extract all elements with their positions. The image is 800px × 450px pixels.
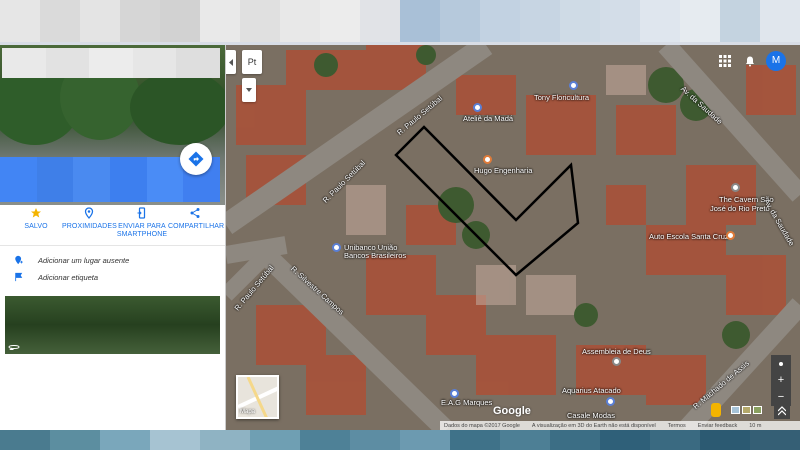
chevron-left-icon bbox=[228, 58, 233, 66]
place-pin[interactable] bbox=[569, 81, 578, 90]
map-footer: Dados do mapa ©2017 Google A visualizaçã… bbox=[440, 421, 800, 430]
footer-terms-link[interactable]: Termos bbox=[668, 423, 686, 429]
place-pin[interactable] bbox=[606, 397, 615, 406]
place-pin[interactable] bbox=[731, 183, 740, 192]
share-button[interactable]: COMPARTILHAR bbox=[168, 205, 225, 245]
footer-earth-notice: A visualização em 3D do Earth não está d… bbox=[531, 422, 656, 429]
taskbar bbox=[0, 430, 800, 450]
add-label-link[interactable]: Adicionar etiqueta bbox=[14, 270, 98, 284]
add-label-text: Adicionar etiqueta bbox=[38, 272, 99, 282]
place-assembleia[interactable]: Assembleia de Deus bbox=[582, 347, 651, 356]
compass-icon bbox=[779, 361, 783, 366]
tilt-button[interactable] bbox=[774, 403, 790, 419]
search-input[interactable] bbox=[2, 48, 220, 78]
phone-icon bbox=[137, 207, 146, 219]
place-eag[interactable]: E.A.G Marques bbox=[441, 398, 492, 407]
zoom-in-button[interactable]: + bbox=[771, 372, 791, 389]
place-tony[interactable]: Tony Floricultura bbox=[534, 93, 589, 102]
action-bar: SALVO PROXIMIDADES ENVIAR PARA SMARTPHON… bbox=[0, 205, 225, 245]
add-place-label: Adicionar um lugar ausente bbox=[38, 255, 130, 265]
share-icon bbox=[190, 208, 200, 218]
send-to-phone-button[interactable]: ENVIAR PARA SMARTPHONE bbox=[116, 205, 168, 245]
directions-icon bbox=[188, 151, 204, 167]
directions-button[interactable] bbox=[180, 143, 212, 175]
map-layer-label: Mapa bbox=[240, 409, 256, 415]
browser-top-bar bbox=[0, 0, 800, 44]
panel-divider bbox=[0, 245, 225, 246]
send-label: ENVIAR PARA bbox=[118, 223, 166, 230]
place-pin[interactable] bbox=[473, 103, 482, 112]
pegman-icon[interactable] bbox=[711, 403, 721, 417]
compass-button[interactable] bbox=[771, 355, 791, 372]
flag-icon bbox=[15, 272, 23, 282]
chevron-up-icon bbox=[778, 406, 786, 416]
satellite-map[interactable]: Pt Tony Floricultura Ateliê da Madá Hugo… bbox=[226, 45, 800, 430]
place-atelie[interactable]: Ateliê da Madá bbox=[463, 114, 513, 123]
nearby-button[interactable]: PROXIMIDADES bbox=[62, 205, 117, 245]
footer-map-data: Dados do mapa ©2017 Google bbox=[444, 422, 520, 429]
add-place-icon bbox=[15, 255, 23, 265]
place-hugo[interactable]: Hugo Engenharia bbox=[474, 166, 532, 175]
share-label: COMPARTILHAR bbox=[168, 223, 225, 230]
collapse-panel-button[interactable] bbox=[226, 50, 236, 74]
footer-scale[interactable]: 10 m bbox=[749, 423, 761, 429]
place-pin[interactable] bbox=[612, 357, 621, 366]
send-label-2: SMARTPHONE bbox=[116, 231, 168, 238]
nearby-label: PROXIMIDADES bbox=[62, 223, 117, 230]
bell-icon[interactable] bbox=[744, 55, 756, 67]
place-panel: SALVO PROXIMIDADES ENVIAR PARA SMARTPHON… bbox=[0, 45, 226, 430]
google-logo: Google bbox=[493, 405, 531, 417]
save-label: SALVO bbox=[24, 223, 48, 230]
zoom-controls: + − bbox=[771, 355, 791, 406]
place-unibanco-2: Bancos Brasileiros bbox=[344, 251, 407, 260]
place-aquarius[interactable]: Aquarius Atacado bbox=[562, 386, 621, 395]
photos-strip[interactable] bbox=[5, 296, 220, 354]
star-icon bbox=[31, 208, 41, 218]
place-pin[interactable] bbox=[450, 389, 459, 398]
place-cavern-2: José do Rio Preto bbox=[710, 204, 770, 213]
place-pin[interactable] bbox=[332, 243, 341, 252]
footer-feedback-link[interactable]: Enviar feedback bbox=[698, 423, 737, 429]
nearby-icon bbox=[84, 207, 94, 219]
place-autoescola[interactable]: Auto Escola Santa Cruz bbox=[649, 232, 729, 241]
account-avatar[interactable]: M bbox=[766, 51, 786, 71]
maps-screen: SALVO PROXIMIDADES ENVIAR PARA SMARTPHON… bbox=[0, 0, 800, 450]
place-casale[interactable]: Casale Modas bbox=[567, 411, 615, 420]
add-missing-place-link[interactable]: Adicionar um lugar ausente bbox=[14, 253, 129, 267]
chevron-down-icon bbox=[246, 88, 252, 92]
save-button[interactable]: SALVO bbox=[18, 205, 54, 245]
imagery-thumbnails[interactable] bbox=[731, 406, 762, 414]
language-dropdown[interactable] bbox=[242, 78, 256, 102]
map-layer-toggle[interactable]: Mapa bbox=[236, 375, 279, 419]
language-button[interactable]: Pt bbox=[242, 50, 262, 74]
street-view-icon bbox=[8, 345, 20, 350]
place-pin[interactable] bbox=[483, 155, 492, 164]
place-pin[interactable] bbox=[726, 231, 735, 240]
apps-icon[interactable] bbox=[719, 55, 731, 67]
